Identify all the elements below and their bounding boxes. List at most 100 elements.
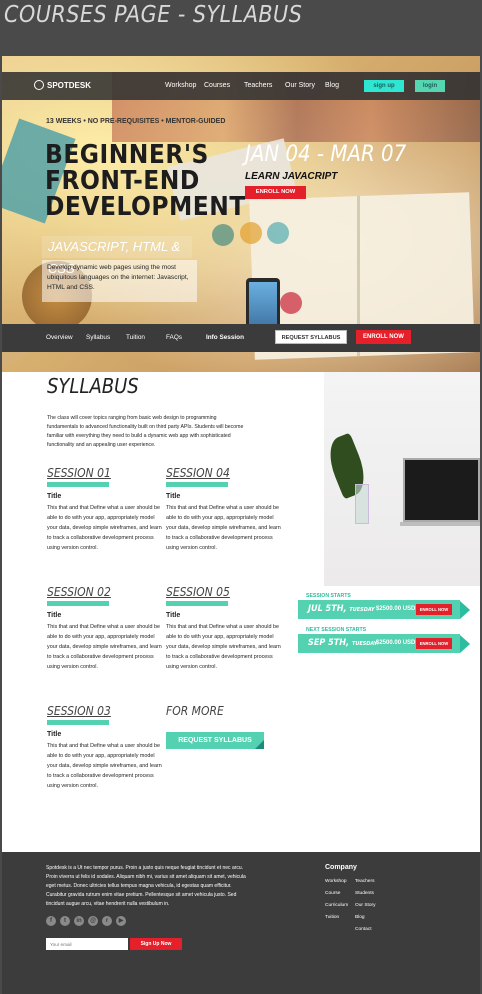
hero-photo-logo-at: [267, 222, 289, 244]
nav-link-teachers[interactable]: Teachers: [244, 82, 272, 89]
footer-about-text: Spotdesk is a Ut nec tempor purus. Proin…: [46, 865, 246, 907]
session-start-enroll-button[interactable]: ENROLL NOW: [416, 604, 452, 615]
session-title: SESSION 01: [47, 466, 111, 480]
subnav-enroll-button[interactable]: ENROLL NOW: [356, 330, 411, 344]
session-subtitle: Title: [47, 493, 62, 500]
footer-link-tuition[interactable]: Tuition: [325, 915, 339, 920]
footer-link-students[interactable]: Students: [355, 891, 374, 896]
for-more-title: FOR MORE: [166, 704, 224, 718]
next-session-start-day: TUESDAY: [351, 641, 378, 647]
newsletter-email-input[interactable]: [46, 938, 128, 950]
session-start-date-value: JUL 5TH,: [308, 604, 347, 614]
brand-name: SPOTDESK: [47, 81, 92, 90]
session-subtitle: Title: [47, 731, 62, 738]
hero-title: BEGINNER'S FRONT-END DEVELOPMENT: [45, 140, 246, 222]
session-underline: [47, 720, 109, 725]
session-body: This that and that Define what a user sh…: [166, 624, 281, 670]
session-underline: [166, 601, 228, 606]
nav-link-blog[interactable]: Blog: [325, 82, 339, 89]
footer-link-curriculum[interactable]: Curriculum: [325, 903, 348, 908]
nav-link-courses[interactable]: Courses: [204, 82, 230, 89]
footer-company-title: Company: [325, 864, 357, 871]
session-title: SESSION 03: [47, 704, 111, 718]
tab-info-session[interactable]: Info Session: [206, 334, 244, 341]
hero-photo-logo-c: [240, 222, 262, 244]
next-session-start-bar: SEP 5TH, TUESDAY $2500.00 USD ENROLL NOW: [298, 634, 460, 653]
next-session-start-arrow-icon: [460, 635, 470, 653]
session-title: SESSION 05: [166, 585, 230, 599]
hero-description: Develop dynamic web pages using the most…: [42, 260, 197, 302]
login-button[interactable]: login: [415, 80, 445, 92]
session-body: This that and that Define what a user sh…: [47, 624, 162, 670]
session-underline: [47, 601, 109, 606]
top-nav: SPOTDESK Workshop Courses Teachers Our S…: [2, 72, 480, 100]
hero-subtitle: JAVASCRIPT, HTML & CSS: [42, 236, 192, 276]
course-subnav: Overview Syllabus Tuition FAQs Info Sess…: [2, 324, 480, 352]
session-body: This that and that Define what a user sh…: [47, 505, 162, 551]
footer-link-teachers[interactable]: Teachers: [355, 879, 374, 884]
session-starts-label: SESSION STARTS: [306, 593, 351, 599]
footer-link-contact[interactable]: Contact: [355, 927, 372, 932]
next-session-starts-label: NEXT SESSION STARTS: [306, 627, 367, 633]
session-subtitle: Title: [166, 493, 181, 500]
next-session-start-enroll-button[interactable]: ENROLL NOW: [416, 638, 452, 649]
facebook-icon[interactable]: f: [46, 916, 56, 926]
page-frame: SPOTDESK Workshop Courses Teachers Our S…: [2, 56, 480, 994]
session-card: SESSION 03 Title This that and that Defi…: [47, 704, 162, 791]
twitter-icon[interactable]: t: [60, 916, 70, 926]
newsletter-signup-button[interactable]: Sign Up Now: [130, 938, 182, 950]
request-syllabus-large-button[interactable]: REQUEST SYLLABUS: [166, 732, 264, 749]
tab-overview[interactable]: Overview: [46, 334, 73, 341]
session-card: SESSION 05 Title This that and that Defi…: [166, 585, 281, 672]
next-session-start-price: $2500.00 USD: [376, 640, 416, 646]
tab-syllabus[interactable]: Syllabus: [86, 334, 110, 341]
session-card: SESSION 02 Title This that and that Defi…: [47, 585, 162, 672]
session-underline: [47, 482, 109, 487]
tab-tuition[interactable]: Tuition: [126, 334, 145, 341]
brand-icon: [34, 80, 44, 90]
session-card: SESSION 01 Title This that and that Defi…: [47, 466, 162, 553]
request-syllabus-label: REQUEST SYLLABUS: [178, 737, 252, 744]
brand-logo[interactable]: SPOTDESK: [34, 80, 91, 90]
footer-link-course[interactable]: Course: [325, 891, 340, 896]
footer-link-our-story[interactable]: Our Story: [355, 903, 376, 908]
footer: Spotdesk is a Ut nec tempor purus. Proin…: [2, 852, 480, 994]
hero-diagonal-edge: [2, 352, 32, 368]
session-start-date: JUL 5TH, TUESDAY: [308, 604, 375, 614]
linkedin-icon[interactable]: in: [74, 916, 84, 926]
syllabus-title: SYLLABUS: [47, 374, 139, 398]
footer-link-workshop[interactable]: Workshop: [325, 879, 347, 884]
footer-link-blog[interactable]: Blog: [355, 915, 365, 920]
tab-faqs[interactable]: FAQs: [166, 334, 182, 341]
hero-learn-label: LEARN JAVACRIPT: [245, 171, 338, 182]
hero-photo-logo-quark: [212, 224, 234, 246]
email-icon[interactable]: @: [88, 916, 98, 926]
session-underline: [166, 482, 228, 487]
hero-tagline: 13 WEEKS • NO PRE-REQUISITES • MENTOR-GU…: [46, 118, 226, 125]
nav-link-our-story[interactable]: Our Story: [285, 82, 315, 89]
rss-icon[interactable]: r: [102, 916, 112, 926]
session-start-bar: JUL 5TH, TUESDAY $2500.00 USD ENROLL NOW: [298, 600, 460, 619]
hero-enroll-button[interactable]: ENROLL NOW: [245, 186, 306, 199]
session-start-price: $2500.00 USD: [376, 606, 416, 612]
session-card: SESSION 04 Title This that and that Defi…: [166, 466, 281, 553]
next-session-start-date: SEP 5TH, TUESDAY: [308, 638, 377, 648]
session-start-day: TUESDAY: [349, 607, 375, 613]
request-syllabus-button[interactable]: REQUEST SYLLABUS: [275, 330, 347, 344]
photo-laptop: [403, 458, 480, 522]
youtube-icon[interactable]: ▶: [116, 916, 126, 926]
photo-vase: [355, 484, 369, 524]
session-body: This that and that Define what a user sh…: [166, 505, 281, 551]
signup-button[interactable]: sign up: [364, 80, 404, 92]
hero-photo-logo-lg: [280, 292, 302, 314]
syllabus-intro: The class will cover topics ranging from…: [47, 415, 244, 448]
session-subtitle: Title: [166, 612, 181, 619]
button-fold-corner: [255, 740, 264, 749]
session-start-arrow-icon: [460, 601, 470, 619]
page-heading: COURSES PAGE - SYLLABUS: [4, 2, 303, 28]
session-subtitle: Title: [47, 612, 62, 619]
hero-date-range: JAN 04 - MAR 07: [245, 142, 407, 167]
session-title: SESSION 04: [166, 466, 230, 480]
nav-link-workshop[interactable]: Workshop: [165, 82, 196, 89]
photo-laptop-base: [400, 522, 480, 526]
